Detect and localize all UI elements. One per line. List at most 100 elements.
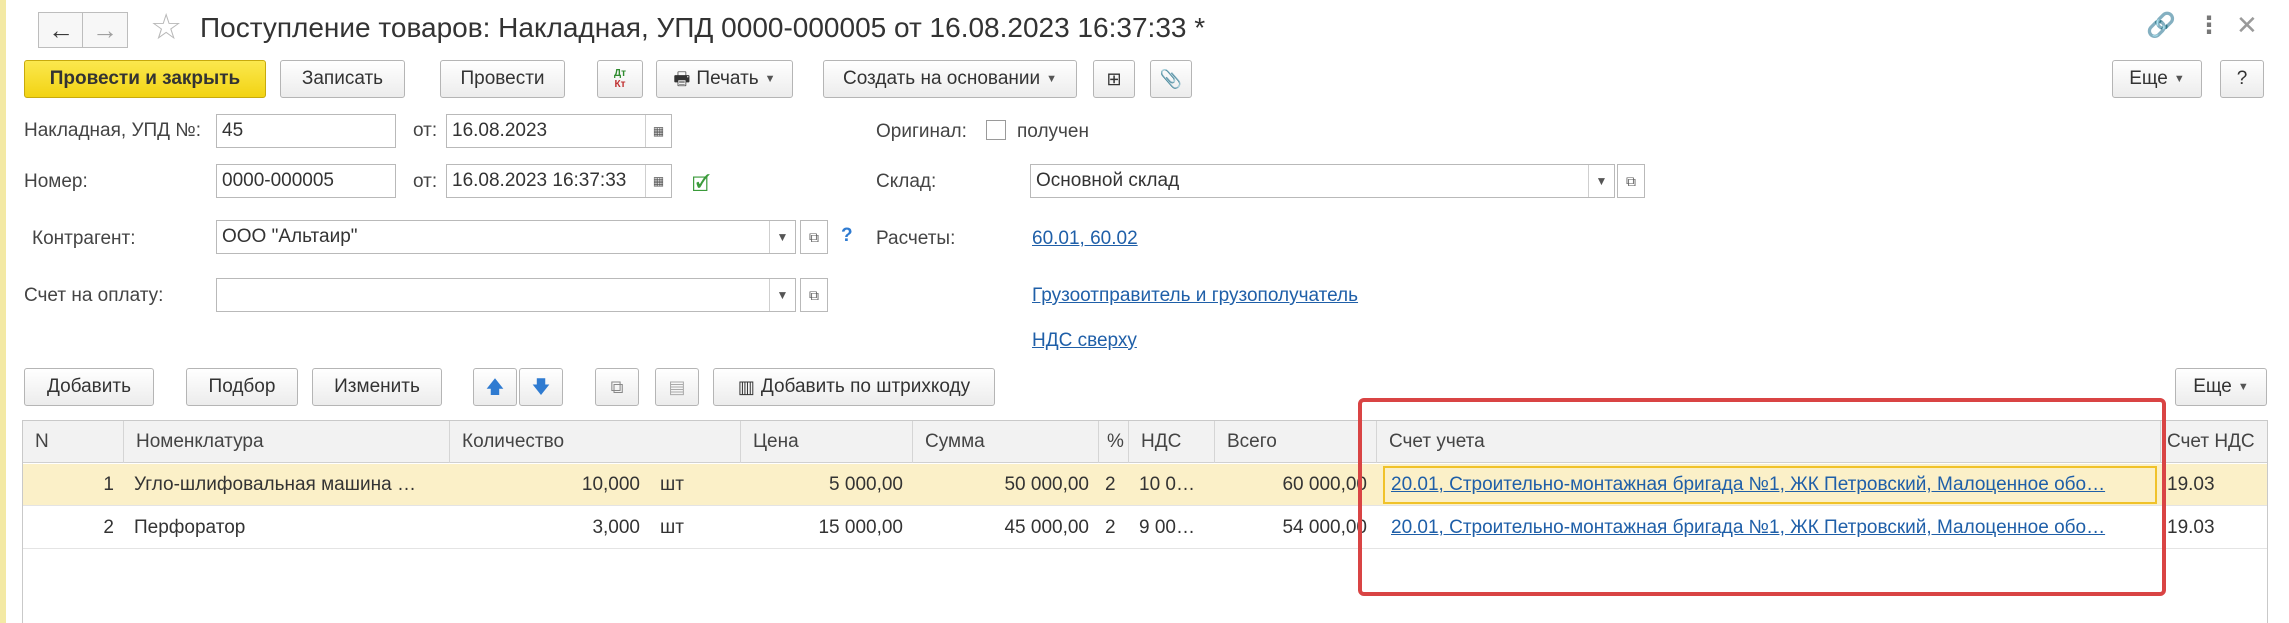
forward-button[interactable]: →: [82, 12, 128, 48]
open-link-icon: ⧉: [809, 228, 819, 245]
help-label: ?: [2236, 68, 2248, 89]
edit-check-icon[interactable]: 🗹: [692, 170, 710, 204]
cell-price-text: 15 000,00: [818, 517, 903, 538]
save-button[interactable]: Записать: [280, 60, 405, 98]
payment-invoice-field[interactable]: ▼: [216, 278, 796, 312]
open-payment-invoice-button[interactable]: ⧉: [800, 278, 828, 312]
cell-total-text: 54 000,00: [1282, 517, 1367, 538]
counterparty-field[interactable]: ООО "Альтаир" ▼: [216, 220, 796, 254]
more-vertical-icon[interactable]: ⋮: [2197, 14, 2221, 38]
chevron-down-icon[interactable]: ▼: [1588, 165, 1614, 197]
more-label: Еще: [2129, 68, 2168, 89]
original-received-checkbox[interactable]: [986, 120, 1006, 140]
print-label: Печать: [696, 68, 759, 89]
cell-price[interactable]: 5 000,00: [741, 464, 913, 506]
cell-unit[interactable]: шт: [650, 464, 741, 506]
invoice-date-value: 16.08.2023: [452, 120, 548, 141]
col-vat-account-header[interactable]: Счет НДС: [2161, 421, 2267, 463]
open-link-icon: ⧉: [809, 286, 819, 303]
save-label: Записать: [301, 68, 384, 89]
cell-price[interactable]: 15 000,00: [741, 507, 913, 549]
col-sum-header[interactable]: Сумма: [913, 421, 1099, 463]
number-date-field[interactable]: 16.08.2023 16:37:33 ▦: [446, 164, 672, 198]
vat-on-top-link[interactable]: НДС сверху: [1032, 330, 1137, 352]
cell-unit-text: шт: [660, 517, 684, 538]
selection-button[interactable]: Подбор: [186, 368, 298, 406]
cell-sum-text: 50 000,00: [1004, 474, 1089, 495]
invoice-number-field[interactable]: 45: [216, 114, 396, 148]
open-link-icon: ⧉: [1626, 172, 1636, 189]
paste-row-button[interactable]: ▤: [655, 368, 699, 406]
cell-qty[interactable]: 3,000: [450, 507, 650, 549]
cell-sum[interactable]: 45 000,00: [913, 507, 1099, 549]
attachments-button[interactable]: 📎: [1150, 60, 1192, 98]
col-item-header[interactable]: Номенклатура: [124, 421, 450, 463]
settlements-link[interactable]: 60.01, 60.02: [1032, 228, 1138, 250]
cell-item[interactable]: Угло-шлифовальная машина …: [124, 464, 450, 506]
paste-icon: ▤: [668, 377, 686, 397]
col-n-header[interactable]: N: [23, 421, 124, 463]
cell-vat-account[interactable]: 19.03: [2161, 464, 2267, 506]
move-down-button[interactable]: 🡇: [519, 368, 563, 406]
open-warehouse-button[interactable]: ⧉: [1617, 164, 1645, 198]
invoice-date-label: от:: [413, 120, 438, 141]
edit-row-button[interactable]: Изменить: [312, 368, 442, 406]
col-pct-header[interactable]: %: [1099, 421, 1129, 463]
cell-pct[interactable]: 2: [1099, 464, 1129, 506]
arrow-right-icon: →: [92, 15, 118, 45]
cell-vat-account[interactable]: 19.03: [2161, 507, 2267, 549]
barcode-icon: ▥: [737, 377, 755, 397]
post-and-close-label: Провести и закрыть: [49, 68, 241, 89]
create-based-on-button[interactable]: Создать на основании ▼: [823, 60, 1077, 98]
number-label: Номер:: [24, 171, 88, 192]
chevron-down-icon: ▼: [2237, 381, 2249, 393]
copy-row-button[interactable]: ⧉: [595, 368, 639, 406]
table-more-button[interactable]: Еще ▼: [2175, 368, 2267, 406]
cell-sum[interactable]: 50 000,00: [913, 464, 1099, 506]
print-button[interactable]: 🖶 Печать ▼: [656, 60, 793, 98]
settlements-label: Расчеты:: [876, 228, 956, 249]
chevron-down-icon: ▼: [1046, 73, 1057, 85]
cell-vat[interactable]: 9 00…: [1129, 507, 1215, 549]
back-button[interactable]: ←: [38, 12, 84, 48]
col-price-header[interactable]: Цена: [741, 421, 913, 463]
post-and-close-button[interactable]: Провести и закрыть: [24, 60, 266, 98]
chevron-down-icon[interactable]: ▼: [769, 279, 795, 311]
shipper-consignee-link[interactable]: Грузоотправитель и грузополучатель: [1032, 285, 1358, 307]
move-up-button[interactable]: 🡅: [473, 368, 517, 406]
help-mark[interactable]: ?: [841, 225, 853, 247]
col-total-header[interactable]: Всего: [1215, 421, 1377, 463]
help-button[interactable]: ?: [2220, 60, 2264, 98]
add-by-barcode-button[interactable]: ▥ Добавить по штрихкоду: [713, 368, 995, 406]
cell-total[interactable]: 60 000,00: [1215, 464, 1377, 506]
add-row-button[interactable]: Добавить: [24, 368, 154, 406]
cell-unit[interactable]: шт: [650, 507, 741, 549]
star-icon[interactable]: ☆: [150, 9, 182, 45]
post-button[interactable]: Провести: [440, 60, 565, 98]
cell-vat[interactable]: 10 0…: [1129, 464, 1215, 506]
structure-button[interactable]: ⊞: [1093, 60, 1135, 98]
col-qty-header[interactable]: Количество: [450, 421, 741, 463]
calendar-icon[interactable]: ▦: [645, 165, 671, 197]
edit-row-label: Изменить: [334, 376, 420, 397]
invoice-date-field[interactable]: 16.08.2023 ▦: [446, 114, 672, 148]
link-icon[interactable]: 🔗: [2146, 14, 2176, 38]
cell-item[interactable]: Перфоратор: [124, 507, 450, 549]
close-icon[interactable]: ✕: [2236, 12, 2258, 38]
chevron-down-icon[interactable]: ▼: [769, 221, 795, 253]
open-counterparty-button[interactable]: ⧉: [800, 220, 828, 254]
cell-qty[interactable]: 10,000: [450, 464, 650, 506]
cell-total[interactable]: 54 000,00: [1215, 507, 1377, 549]
cell-vat-account-text: 19.03: [2167, 517, 2215, 538]
create-based-on-label: Создать на основании: [842, 68, 1041, 89]
dt-kt-button[interactable]: Дт Кт: [597, 60, 643, 98]
add-row-label: Добавить: [47, 376, 131, 397]
more-button[interactable]: Еще ▼: [2112, 60, 2202, 98]
number-field[interactable]: 0000-000005: [216, 164, 396, 198]
warehouse-field[interactable]: Основной склад ▼: [1030, 164, 1615, 198]
col-vat-header[interactable]: НДС: [1129, 421, 1215, 463]
cell-pct[interactable]: 2: [1099, 507, 1129, 549]
paperclip-icon: 📎: [1159, 69, 1183, 89]
cell-n: 2: [23, 507, 124, 549]
calendar-icon[interactable]: ▦: [645, 115, 671, 147]
